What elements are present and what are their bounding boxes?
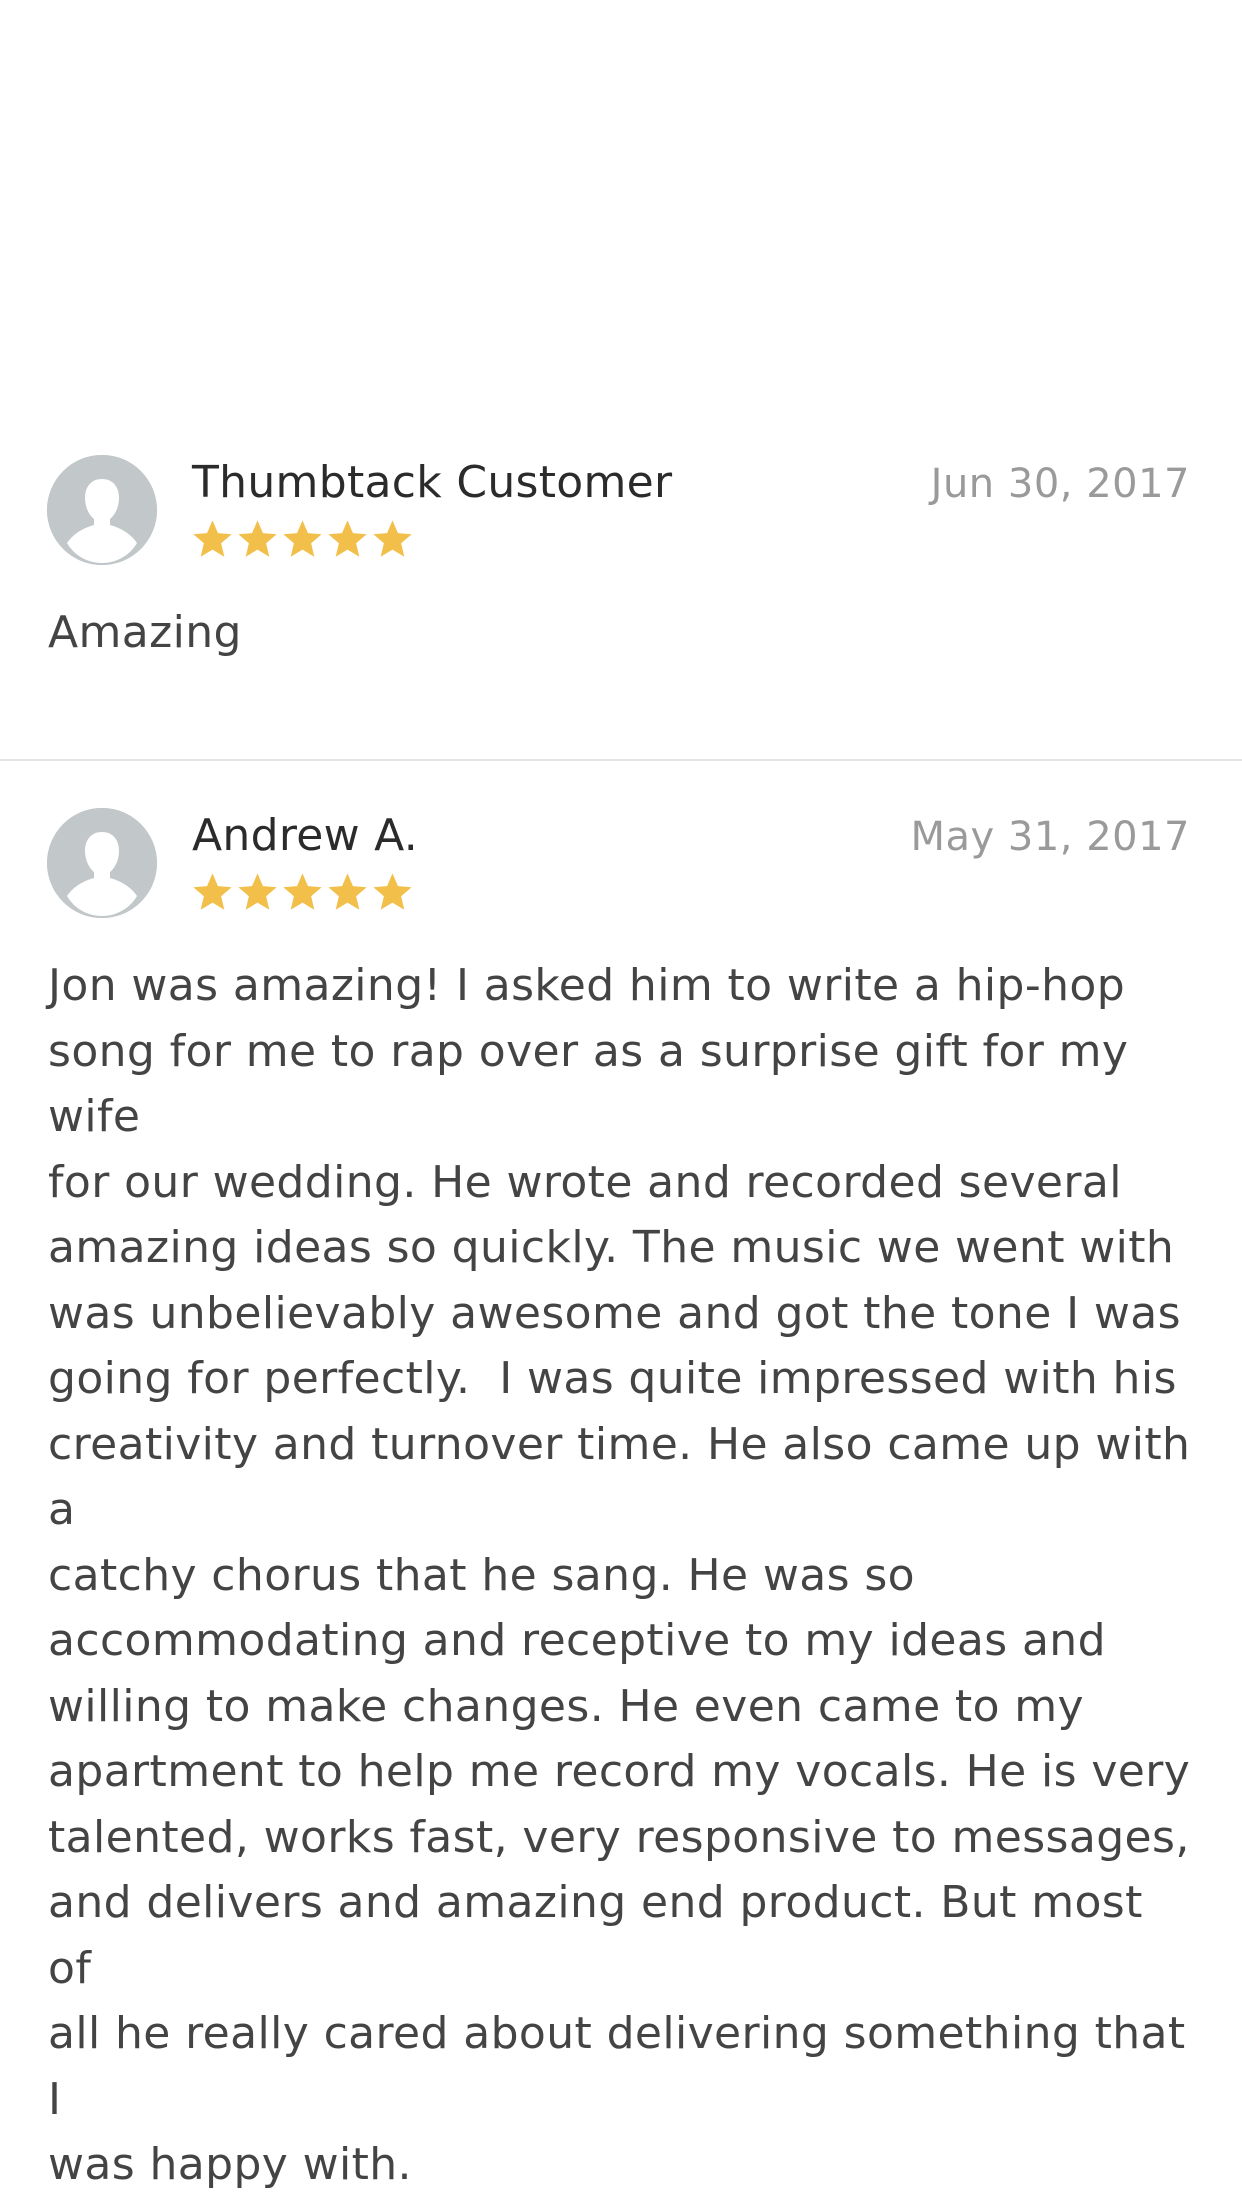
divider: [0, 759, 1242, 761]
avatar-placeholder-icon: [47, 455, 157, 565]
review-date: May 31, 2017: [910, 814, 1190, 860]
star-icon: [283, 873, 322, 910]
review-date: Jun 30, 2017: [930, 461, 1190, 507]
star-icon: [328, 520, 367, 557]
star-icon: [373, 873, 412, 910]
star-icon: [193, 520, 232, 557]
reviewer-name: Thumbtack Customer: [192, 457, 673, 508]
star-icon: [238, 873, 277, 910]
review-text: Jon was amazing! I asked him to write a …: [48, 960, 1191, 2190]
reviewer-name: Andrew A.: [192, 810, 419, 861]
star-icon: [373, 520, 412, 557]
star-icon: [283, 520, 322, 557]
star-icon: [238, 520, 277, 557]
star-rating: [190, 517, 415, 567]
avatar-placeholder-icon: [47, 808, 157, 918]
review-text: Amazing: [48, 607, 242, 658]
star-rating: [190, 870, 415, 920]
star-icon: [193, 873, 232, 910]
reviews-screen: Thumbtack Customer Jun 30, 2017 Amazing …: [0, 0, 1242, 2208]
star-icon: [328, 873, 367, 910]
